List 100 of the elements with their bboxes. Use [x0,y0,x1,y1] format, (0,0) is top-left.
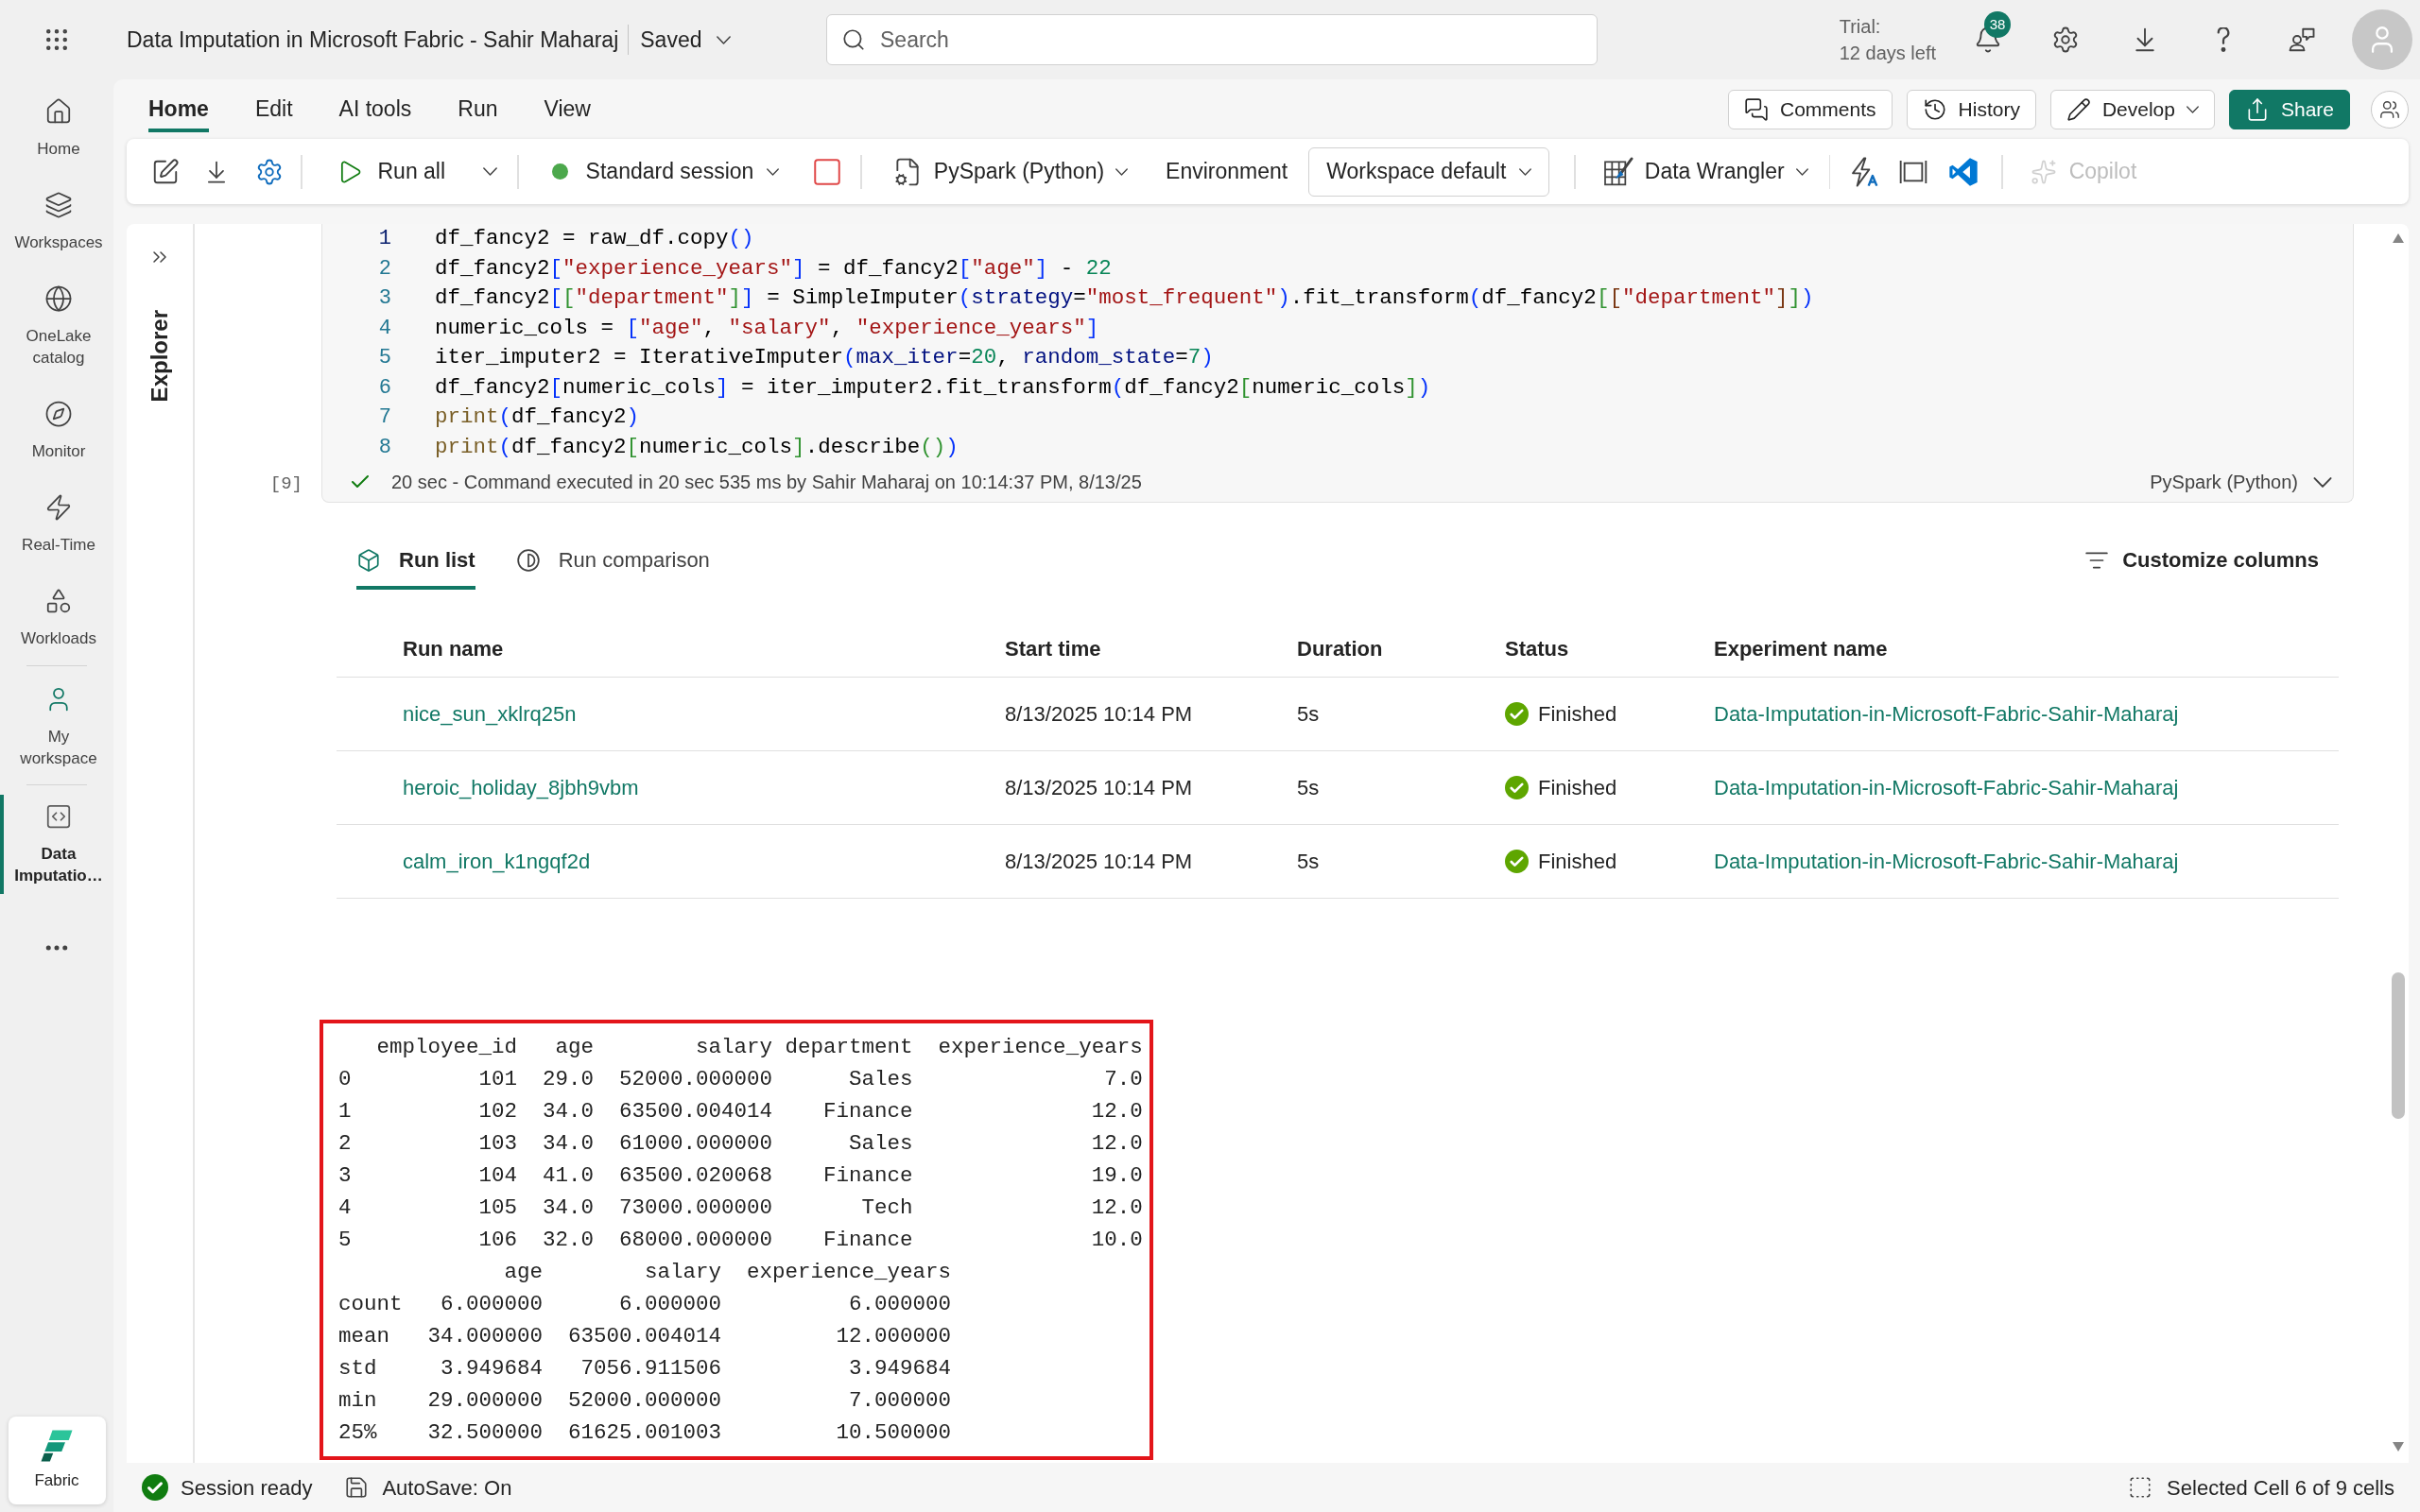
scrollbar-thumb[interactable] [2391,972,2405,1119]
check-circle-icon [142,1474,168,1501]
check-circle-icon [1505,702,1529,726]
history-icon [1922,96,1947,122]
globe-icon [44,284,73,313]
line-number: 8 [377,434,391,461]
nav-item[interactable]: OneLake catalog [0,277,113,376]
session-status: Session ready [181,1474,313,1502]
run-view-tab[interactable]: Run list [356,530,475,590]
product-switcher[interactable]: Fabric [8,1417,106,1504]
trial-days-left: 12 days left [1839,42,1936,65]
code-line: df_fancy2 = raw_df.copy() [435,225,754,252]
comments-button[interactable]: Comments [1728,89,1893,129]
help-icon[interactable] [2215,27,2232,52]
pencil-icon [2066,96,2091,122]
scroll-down-icon[interactable] [2392,1442,2404,1452]
run-all-button[interactable]: Run all [336,155,446,188]
output-line: employee_id age salary department experience_years [375,1034,1144,1061]
table-cell: 5s [1297,850,1320,873]
output-line: std 3.949684 7056.911506 3.949684 [338,1355,953,1383]
data-wrangler-dropdown[interactable]: Data Wrangler [1602,155,1808,188]
run-view-tab[interactable]: Run comparison [515,530,710,590]
table-cell: 5s [1297,702,1320,726]
customize-columns-button[interactable]: Customize columns [2084,530,2319,590]
experiment-link[interactable]: Data-Imputation-in-Microsoft-Fabric-Sahir-Maharaj [1714,776,2179,799]
save-icon [344,1475,370,1500]
cell-selection-status: Selected Cell 6 of 9 cells [2167,1474,2394,1502]
experiment-link[interactable]: Data-Imputation-in-Microsoft-Fabric-Sahir-Maharaj [1714,850,2179,873]
column-header: Status [1505,637,1569,661]
column-header: Run name [403,637,504,661]
status-text: Finished [1538,701,1617,728]
nav-item[interactable]: Workloads [0,579,113,657]
develop-button[interactable]: Develop [2049,89,2215,129]
nav-item[interactable]: Real-Time [0,486,113,563]
ribbon-tab[interactable]: Edit [254,86,293,132]
environment-dropdown[interactable]: Workspace default [1308,146,1550,197]
settings-icon[interactable] [2051,26,2080,54]
output-line: 1 102 34.0 63500.004014 Finance 12.0 [338,1098,1144,1125]
cell-language-dropdown[interactable]: PySpark (Python) [2150,468,2332,496]
chevron-down-icon [717,35,732,44]
run-link[interactable]: calm_iron_k1ngqf2d [403,850,591,873]
cube-icon [356,547,381,573]
code-line: df_fancy2["experience_years"] = df_fancy2["age"] - 22 [435,254,1112,283]
save-status-dropdown[interactable]: Saved [640,23,732,57]
share-button[interactable]: Share [2228,89,2350,129]
run-link[interactable]: nice_sun_xklrq25n [403,702,577,726]
explorer-label[interactable]: Explorer [143,310,177,403]
scroll-up-icon[interactable] [2392,233,2404,243]
layers-icon [44,191,73,219]
chevron-down-icon [767,167,780,176]
column-header: Start time [1005,637,1101,661]
output-line: mean 34.000000 63500.004014 12.000000 [338,1323,953,1350]
lightning-icon [44,493,73,522]
execution-status: 20 sec - Command executed in 20 sec 535 ms by Sahir Maharaj on 10:14:37 PM, 8/13/25 [391,471,1142,494]
output-line: 0 101 29.0 52000.000000 Sales 7.0 [338,1066,1144,1093]
history-button[interactable]: History [1906,89,2036,129]
ribbon-tab[interactable]: AI tools [338,86,412,132]
search-field[interactable]: Search [826,14,1598,65]
half-circle-icon [515,547,541,573]
output-line: count 6.000000 6.000000 6.000000 [338,1291,953,1318]
output-line: age salary experience_years [503,1259,953,1286]
lightning-icon[interactable] [1849,156,1880,187]
session-dropdown[interactable]: Standard session [551,155,780,188]
nav-item[interactable]: Monitor [0,392,113,470]
code-line: df_fancy2[["department"]] = SimpleImputer(strategy="most_frequent").fit_transform(df_fancy2[["department"]]) [435,284,1814,312]
code-line: numeric_cols = ["age", "salary", "experience_years"] [435,314,1099,342]
run-link[interactable]: heroic_holiday_8jbh9vbm [403,776,639,799]
ribbon-tab[interactable]: View [544,86,591,132]
ribbon-tab[interactable]: Run [458,86,498,132]
home-icon [44,97,73,126]
chevron-down-icon [2313,476,2332,488]
editor-logo-icon[interactable] [1948,156,1979,187]
collaborators-button[interactable] [2371,90,2409,129]
nav-item[interactable]: Workspaces [0,183,113,261]
ribbon-tab[interactable]: Home [148,86,209,132]
feedback-icon[interactable] [2288,26,2316,54]
chevron-down-icon [1795,167,1808,176]
output-line: min 29.000000 52000.000000 7.000000 [338,1387,953,1415]
line-number: 3 [377,285,391,312]
status-text: Finished [1538,775,1617,801]
table-cell: 5s [1297,776,1320,799]
settings-icon[interactable] [255,157,284,186]
output-line: 25% 32.500000 61625.001003 10.500000 [338,1419,953,1447]
chevron-down-icon[interactable] [483,167,498,176]
output-line: 4 105 34.0 73000.000000 Tech 12.0 [338,1194,1144,1222]
nav-item[interactable]: My workspace [0,678,113,777]
selection-icon [2128,1475,2153,1500]
language-dropdown[interactable]: PySpark (Python) [891,155,1129,188]
line-number: 5 [377,345,391,371]
line-number: 1 [377,226,391,252]
output-line: 3 104 41.0 63500.020068 Finance 19.0 [338,1162,1144,1190]
code-file-icon [44,802,73,831]
nav-item[interactable]: Home [0,90,113,167]
table-cell: 8/13/2025 10:14 PM [1005,776,1193,799]
product-logo-icon [40,1428,74,1463]
compass-icon [44,400,73,428]
pencil-square-icon[interactable] [151,157,180,186]
chevron-down-icon [1519,167,1532,176]
experiment-link[interactable]: Data-Imputation-in-Microsoft-Fabric-Sahir-Maharaj [1714,702,2179,726]
search-icon [841,27,866,52]
